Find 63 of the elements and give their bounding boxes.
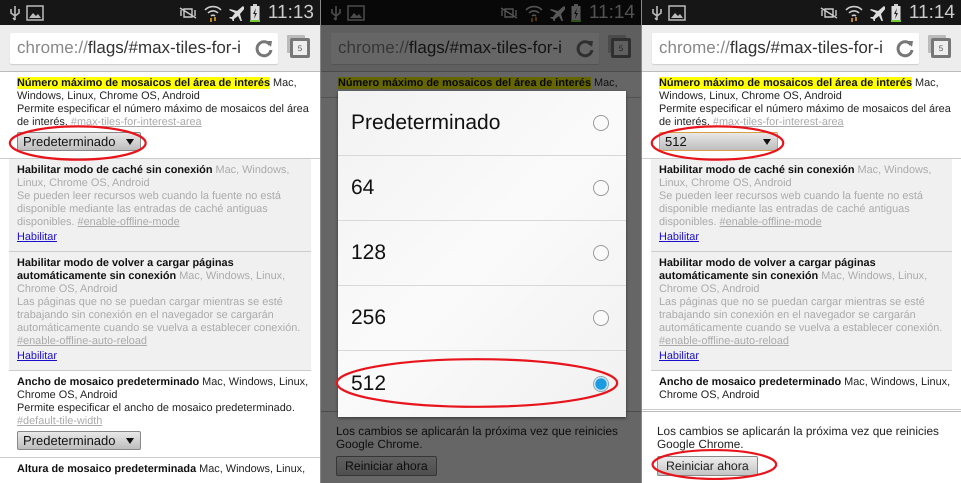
status-time: 11:14 [908,2,955,24]
experiment-heading: Habilitar modo de caché sin conexión Mac, Windows, Linux, Chrome OS, Android [659,164,932,190]
status-time: 11:13 [268,2,314,24]
dropdown[interactable]: 512 [659,132,778,151]
wifi-icon [524,4,543,22]
image-icon [26,4,44,20]
experiment-description: Las páginas que no se puedan cargar mientras se esté trabajando sin conexión en el navegador se cargarán automáticamente cuando se vuelva a establecer conexión. #enable-offline-auto-reload [659,296,944,348]
experiment-heading: Número máximo de mosaicos del área de interés Mac, [338,77,619,90]
experiment-heading: Habilitar modo de volver a cargar páginas automáticamente sin conexión Mac, Windows, Linux, Chrome OS, Android [17,257,286,296]
tab-switcher[interactable]: 5 [931,38,951,58]
list-option[interactable]: 64 [338,156,626,221]
battery-icon [570,4,581,22]
experiment-description: Permite especificar el ancho de mosaico predeterminado. #default-tile-width [17,402,296,428]
caret-icon [126,438,134,444]
enable-link[interactable]: Habilitar [17,350,57,363]
dropdown[interactable]: Predeterminado [17,132,140,151]
list-option[interactable]: Predeterminado [338,91,626,156]
address-field[interactable]: chrome://flags/#max-tiles-for-i [10,32,278,64]
airplane-icon [228,4,244,20]
list-option[interactable]: 128 [338,221,626,286]
image-icon [668,4,686,20]
wifi-icon [844,4,863,22]
caret-icon [126,138,134,144]
experiment-heading: Habilitar modo de volver a cargar páginas automáticamente sin conexión Mac, Windows, Linux, Chrome OS, Android [659,257,928,296]
usb-icon [652,4,662,20]
experiment-description: Las páginas que no se puedan cargar mientras se esté trabajando sin conexión en el navegador se cargarán automáticamente cuando se vuelva a establecer conexión. #enable-offline-auto-reload [17,296,302,348]
experiment-description: Se pueden leer recursos web cuando la fuente no está disponible mediante las entradas de caché antiguas disponibles. #enable-offline-mode [659,190,924,229]
experiment-heading: Ancho de mosaico predeterminado Mac, Windows, Linux, Chrome OS, Android [659,376,952,402]
experiment-heading: Número máximo de mosaicos del área de interés Mac, Windows, Linux, Chrome OS, Android [659,77,940,103]
dropdown[interactable]: Predeterminado [17,431,140,450]
reload-icon[interactable] [895,38,915,58]
airplane-icon [868,4,885,20]
address-field[interactable]: chrome://flags/#max-tiles-for-i [652,32,919,64]
usb-icon [331,4,341,20]
experiment-description: Permite especificar el número máximo de mosaicos del área de interés. #max-tiles-for-interest-area [17,103,310,129]
experiment-description: Permite especificar el número máximo de mosaicos del área de interés. #max-tiles-for-interest-area [659,103,952,129]
experiment-heading: Altura de mosaico predeterminada Mac, Windows, Linux, [17,463,306,476]
vibrate-mute-icon [498,6,519,20]
battery-icon [890,4,901,22]
reload-icon[interactable] [254,38,274,58]
caret-icon [763,138,771,144]
experiment-description: Se pueden leer recursos web cuando la fuente no está disponible mediante las entradas de caché antiguas disponibles. #enable-offline-mode [17,190,282,229]
tab-switcher[interactable]: 5 [290,38,310,58]
list-option[interactable]: 512 [338,351,626,417]
airplane-icon [548,4,565,20]
experiment-heading: Habilitar modo de caché sin conexión Mac, Windows, Linux, Chrome OS, Android [17,164,290,190]
enable-link[interactable]: Habilitar [659,231,699,244]
restart-button[interactable]: Reiniciar ahora [657,456,758,476]
status-time: 11:14 [588,2,635,24]
experiment-heading: Ancho de mosaico predeterminado Mac, Windows, Linux, Chrome OS, Android [17,376,310,402]
experiment-heading: Número máximo de mosaicos del área de interés Mac, Windows, Linux, Chrome OS, Android [17,77,298,103]
restart-message: Los cambios se aplicarán la próxima vez que reinicies Google Chrome. [657,425,940,451]
enable-link[interactable]: Habilitar [659,350,699,363]
vibrate-mute-icon [178,6,198,20]
reload-icon[interactable] [575,38,595,58]
vibrate-mute-icon [818,6,839,20]
usb-icon [10,4,20,20]
enable-link[interactable]: Habilitar [17,231,57,244]
restart-message: Los cambios se aplicarán la próxima vez que reinicies Google Chrome. [336,425,619,451]
battery-icon [250,4,260,22]
list-option[interactable]: 256 [338,286,626,351]
wifi-icon [204,4,222,22]
image-icon [347,4,365,20]
